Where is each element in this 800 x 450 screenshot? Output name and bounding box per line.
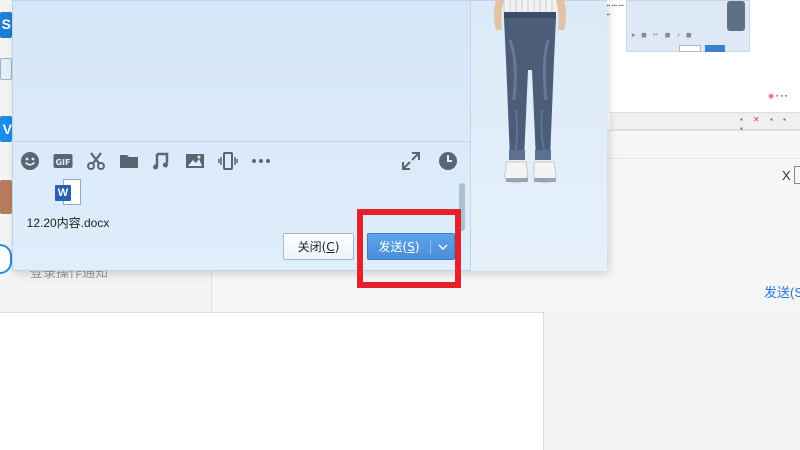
send-button-tail: ) [414,239,420,254]
thumbnail-caption-text: ▪▪▪ ▪▪▪ ▪▪▪ ▪▪▪ [605,3,624,18]
window-thumbnail: ● ◼ ✂ ◼ ♪ ◼ [626,0,750,52]
close-button-hotkey: C [326,239,335,254]
music-icon[interactable] [151,150,173,172]
gif-icon[interactable]: GIF [52,150,74,172]
emoji-icon[interactable] [19,150,41,172]
thumbnail-toolbar-icons: ● ◼ ✂ ◼ ♪ ◼ [631,32,694,39]
background-send-link[interactable]: 发送(S) [764,282,800,301]
attachment-filename: 12.20内容.docx [26,216,110,230]
thumbnail-person-image [727,1,745,31]
chevron-down-icon [438,244,447,250]
image-icon[interactable] [184,150,206,172]
word-badge: W [55,185,71,201]
app-icon-s[interactable]: S [0,12,12,38]
expand-icon[interactable] [400,150,422,172]
scissors-icon[interactable] [85,150,107,172]
phone-shake-icon[interactable] [217,150,239,172]
background-right-panel [543,312,800,450]
send-options-dropdown[interactable] [431,234,454,259]
send-button[interactable]: 发送(S) [367,233,455,260]
right-panel-label: X [782,168,791,183]
history-clock-icon[interactable] [437,150,459,172]
close-button-tail: ) [334,239,340,254]
contact-avatar[interactable] [0,180,12,214]
thumbnail-close-button [679,45,701,52]
right-panel-frame [794,166,800,184]
more-icon[interactable] [250,150,272,172]
avatar-show-figure [494,0,566,183]
thumbnail-send-button [705,45,725,52]
app-icon-small[interactable] [0,58,12,80]
send-button-label-wrap[interactable]: 发送(S) [368,234,430,259]
background-content-area [0,312,543,450]
word-doc-icon: W [55,179,81,207]
send-button-hotkey: S [407,239,415,254]
send-button-label: 发送( [378,240,408,254]
toolbar-mini-icons: ▪ ✕ ▪ ▪ ▪ [740,115,790,133]
app-icon-v[interactable]: V [0,116,12,142]
close-button-label: 关闭( [297,240,327,254]
toolbar-divider [13,141,470,142]
gif-icon-text: GIF [55,158,70,167]
attachment-file[interactable]: W 12.20内容.docx [23,179,113,231]
chat-toolbar: GIF [19,149,283,173]
tray-icons: ◉ ▪ ▪ ▪ [768,93,788,100]
folder-icon[interactable] [118,150,140,172]
input-scrollbar[interactable] [459,183,465,231]
close-button[interactable]: 关闭(C) [283,233,354,260]
